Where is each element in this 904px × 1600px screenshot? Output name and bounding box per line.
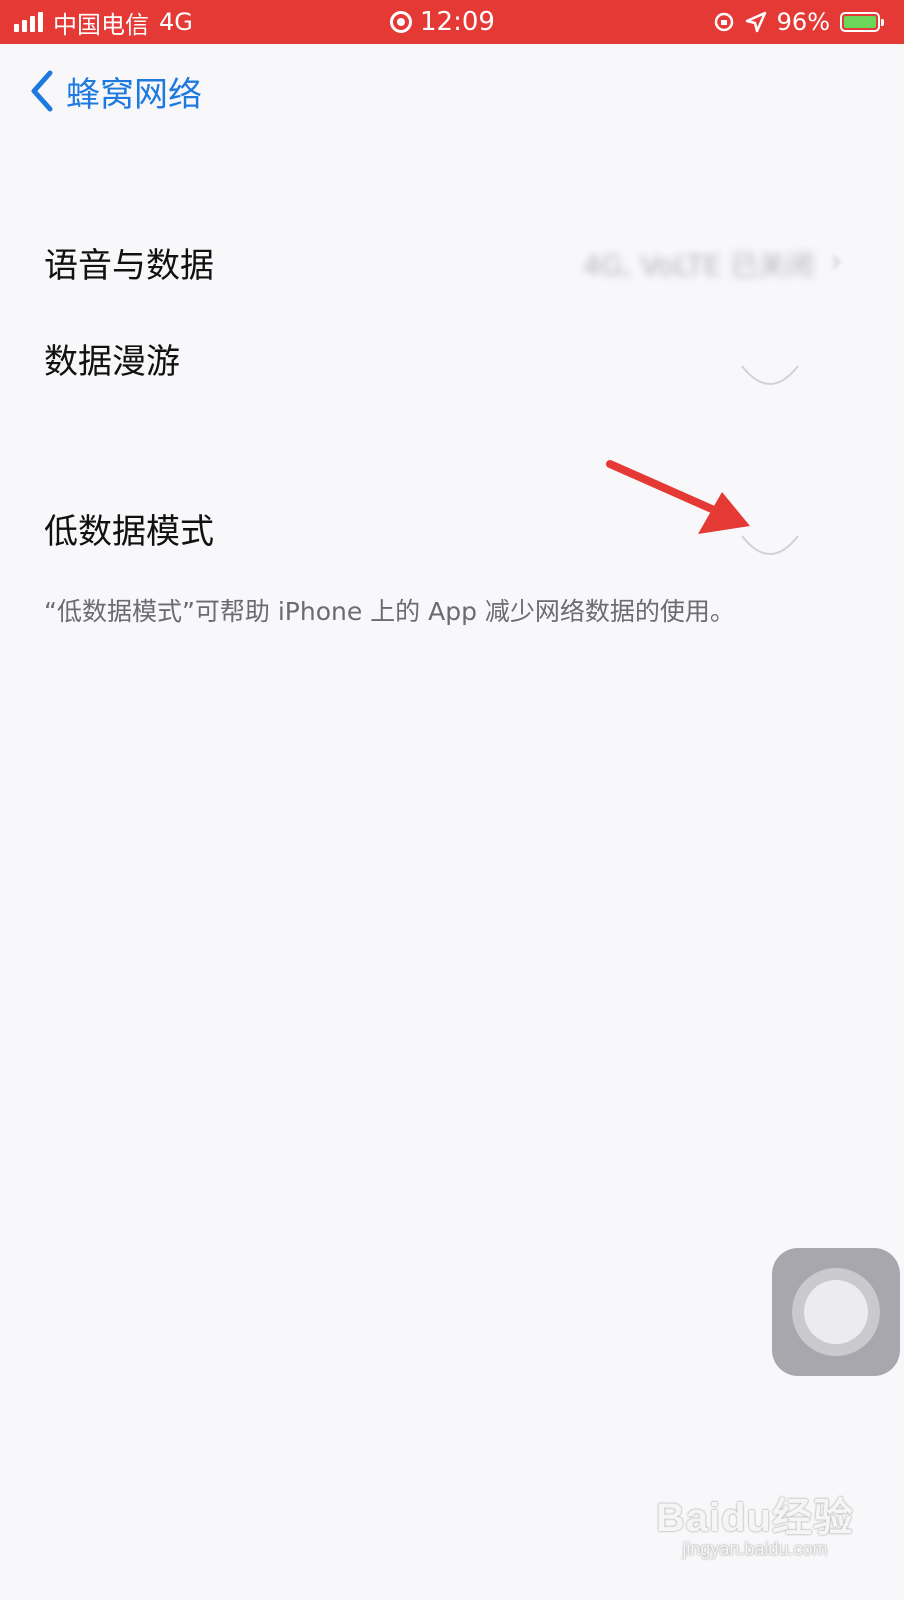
chevron-right-icon: › (830, 244, 842, 279)
data-roaming-toggle[interactable] (738, 362, 802, 392)
status-time: 12:09 (420, 7, 495, 37)
back-button-label: 蜂窝网络 (66, 74, 202, 115)
status-right: 96% (713, 0, 884, 44)
assistive-touch-ring (792, 1268, 880, 1356)
watermark-url: jingyan.baidu.com (682, 1539, 828, 1559)
location-icon (745, 11, 766, 33)
data-roaming-label: 数据漫游 (44, 342, 180, 382)
watermark: Baidu经验 jingyan.baidu.com (656, 1485, 854, 1560)
status-left: 中国电信 4G (14, 0, 193, 44)
low-data-mode-description: “低数据模式”可帮助 iPhone 上的 App 减少网络数据的使用。 (44, 597, 735, 626)
assistive-touch-core (804, 1280, 868, 1344)
status-bar: 中国电信 4G 12:09 96% (0, 0, 904, 44)
low-data-mode-label: 低数据模式 (44, 512, 214, 552)
battery-percent: 96% (776, 8, 830, 36)
voice-data-value[interactable]: 4G, VoLTE 已关闭 (583, 244, 814, 284)
chevron-left-icon (31, 70, 53, 112)
watermark-logo: Baidu经验 (655, 1496, 854, 1540)
carrier-name: 中国电信 (53, 10, 149, 39)
rotation-lock-icon (714, 12, 733, 32)
screen-record-icon (390, 11, 412, 33)
voice-data-label[interactable]: 语音与数据 (44, 238, 214, 287)
annotation-arrow-icon (606, 460, 750, 534)
battery-icon (840, 12, 884, 32)
assistive-touch-button[interactable] (772, 1248, 900, 1376)
status-center: 12:09 (390, 0, 495, 44)
signal-strength-icon (14, 12, 43, 32)
network-type: 4G (159, 8, 193, 36)
back-button[interactable]: 蜂窝网络 (24, 62, 202, 120)
